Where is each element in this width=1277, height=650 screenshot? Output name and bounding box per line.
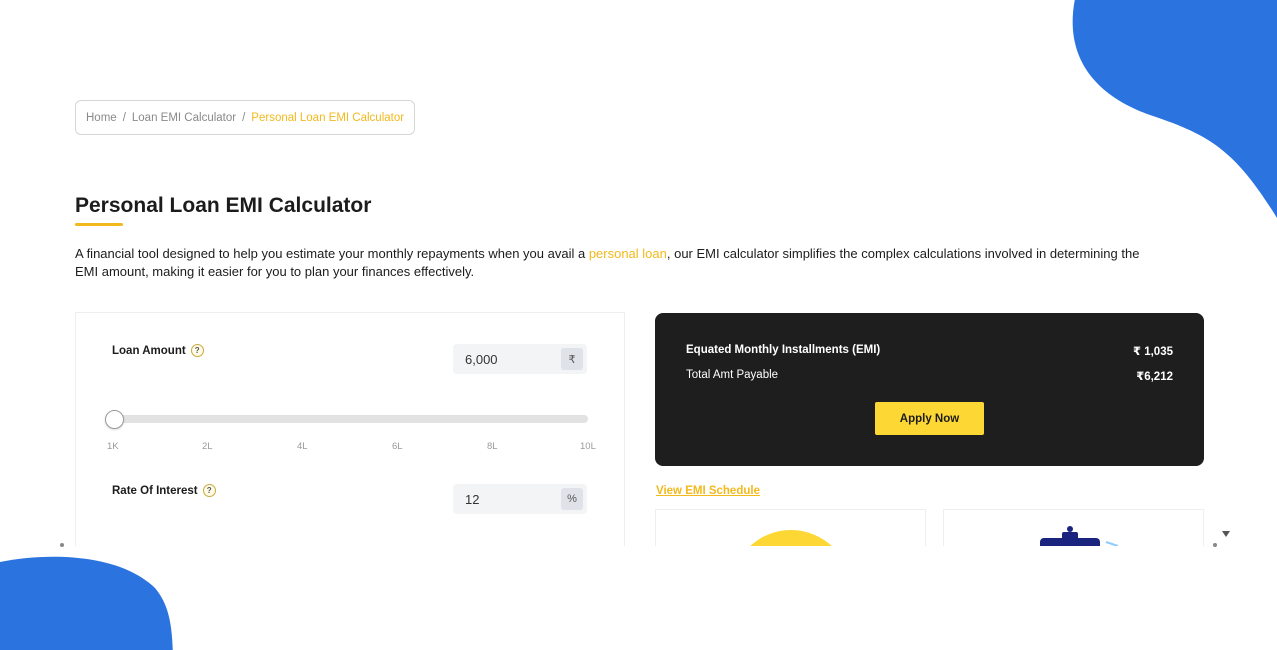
total-payable-row: Total Amt Payable ₹6,212: [686, 369, 1173, 383]
slider-tick-label: 10L: [580, 441, 596, 452]
scroll-down-arrow-icon[interactable]: [1222, 531, 1230, 537]
rate-of-interest-label-text: Rate Of Interest: [112, 484, 198, 497]
breadcrumb-current: Personal Loan EMI Calculator: [251, 111, 405, 124]
total-payable-value: ₹6,212: [1136, 371, 1173, 383]
page-title: Personal Loan EMI Calculator: [75, 194, 372, 217]
percent-icon: %: [561, 488, 583, 510]
intro-text-start: A financial tool designed to help you es…: [75, 246, 589, 261]
loan-amount-label: Loan Amount ?: [112, 344, 204, 357]
loan-amount-slider-handle[interactable]: [104, 410, 124, 429]
breadcrumb-separator: /: [242, 111, 246, 124]
emi-row: Equated Monthly Installments (EMI) ₹ 1,0…: [686, 344, 1173, 358]
loan-illustration-icon: [1040, 526, 1119, 546]
emi-summary-card: Equated Monthly Installments (EMI) ₹ 1,0…: [655, 313, 1204, 466]
view-emi-schedule-link[interactable]: View EMI Schedule: [656, 485, 760, 497]
loan-amount-label-text: Loan Amount: [112, 344, 186, 357]
intro-text: A financial tool designed to help you es…: [75, 245, 1165, 281]
slider-tick-label: 2L: [202, 441, 213, 452]
emi-breakdown-chart-card: [655, 509, 926, 546]
emi-value: ₹ 1,035: [1133, 346, 1173, 358]
personal-loan-link[interactable]: personal loan: [589, 246, 667, 261]
emi-label: Equated Monthly Installments (EMI): [686, 344, 881, 356]
apply-now-button[interactable]: Apply Now: [875, 402, 984, 435]
breadcrumb-separator: /: [122, 111, 126, 124]
breadcrumb: Home / Loan EMI Calculator / Personal Lo…: [75, 100, 416, 135]
rate-of-interest-value[interactable]: 12: [453, 492, 561, 507]
total-payable-label: Total Amt Payable: [686, 369, 779, 381]
rupee-icon: ₹: [561, 348, 583, 370]
rate-of-interest-input[interactable]: 12 %: [453, 484, 587, 514]
breadcrumb-home-link[interactable]: Home: [86, 112, 117, 124]
loan-amount-input[interactable]: 6,000 ₹: [453, 344, 587, 374]
slider-tick-label: 1K: [107, 441, 119, 452]
loan-amount-value[interactable]: 6,000: [453, 352, 561, 367]
illustration-card: [943, 509, 1204, 546]
rate-of-interest-label: Rate Of Interest ?: [112, 484, 216, 497]
help-icon[interactable]: ?: [202, 484, 216, 497]
page-viewport[interactable]: Home / Loan EMI Calculator / Personal Lo…: [0, 0, 1232, 546]
title-underline: [75, 223, 123, 226]
slider-tick-label: 8L: [487, 441, 498, 452]
breadcrumb-loan-emi-link[interactable]: Loan EMI Calculator: [132, 112, 236, 124]
help-icon[interactable]: ?: [190, 344, 204, 357]
slider-tick-label: 6L: [392, 441, 403, 452]
slider-tick-label: 4L: [297, 441, 308, 452]
decorative-blob-bottom-left: [0, 556, 173, 650]
scroll-right-arrow-icon[interactable]: [1213, 543, 1217, 547]
loan-amount-slider-track[interactable]: [108, 415, 588, 423]
scroll-left-arrow-icon[interactable]: [60, 543, 64, 547]
donut-chart: [731, 530, 851, 546]
